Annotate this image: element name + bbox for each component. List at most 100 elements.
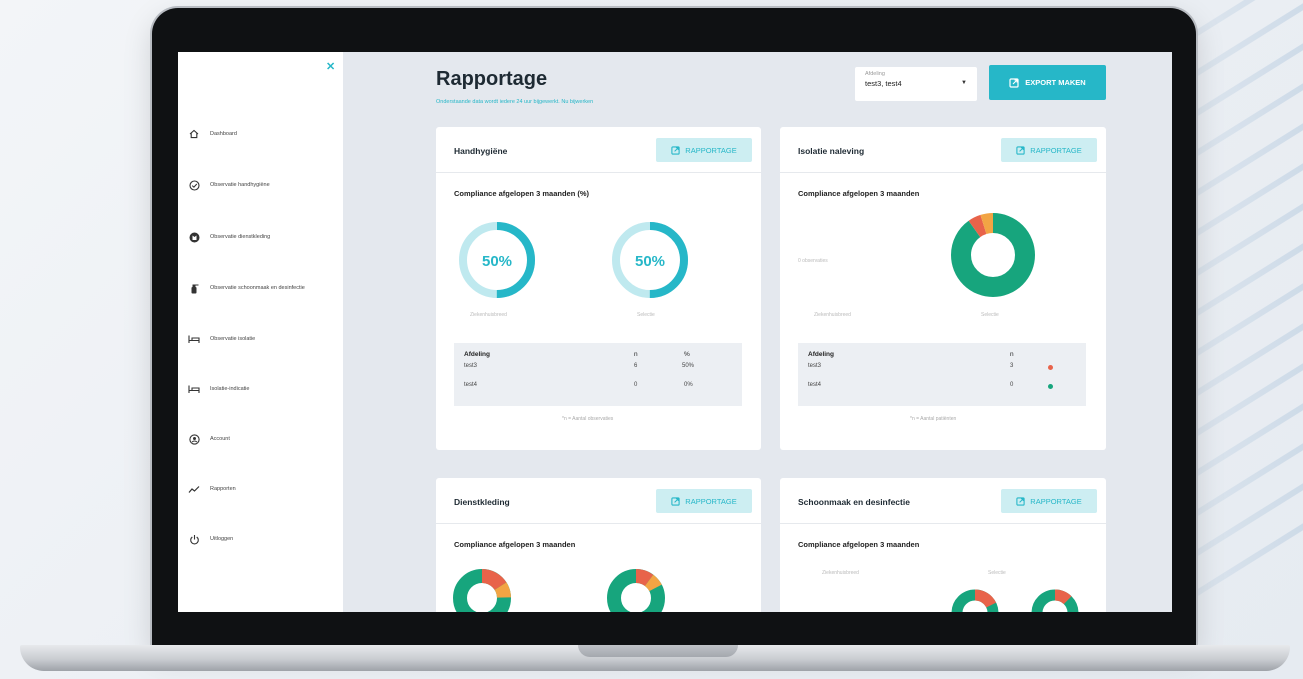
donut-selectie — [1030, 588, 1080, 612]
export-label: EXPORT MAKEN — [1025, 78, 1086, 87]
chart-caption: Selectie — [988, 570, 1006, 576]
close-icon[interactable]: ✕ — [326, 60, 335, 73]
table-cell: 3 — [1010, 363, 1014, 369]
sidebar-item-observatie-dienstkleding[interactable]: Observatie dienstkleding — [188, 231, 270, 243]
rapportage-label: RAPPORTAGE — [685, 496, 737, 506]
gauge-value: 50% — [635, 253, 665, 270]
sidebar-item-rapporten[interactable]: Rapporten — [188, 483, 236, 495]
gauge-selectie: 50% — [610, 220, 690, 300]
power-icon — [188, 533, 200, 545]
rapportage-label: RAPPORTAGE — [1030, 145, 1082, 155]
compliance-label: Compliance afgelopen 3 maanden — [798, 540, 920, 549]
sidebar-item-dashboard[interactable]: Dashboard — [188, 128, 237, 140]
card-title: Schoonmaak en desinfectie — [798, 497, 910, 507]
export-button[interactable]: EXPORT MAKEN — [989, 65, 1106, 100]
rapportage-button[interactable]: RAPPORTAGE — [656, 138, 752, 162]
department-value: test3, test4 — [865, 79, 902, 88]
rapportage-label: RAPPORTAGE — [1030, 496, 1082, 506]
external-link-icon — [671, 145, 680, 155]
main-content: Rapportage Onderstaande data wordt ieder… — [343, 52, 1172, 612]
table-cell: 0% — [684, 382, 693, 388]
sidebar-item-label: Rapporten — [210, 486, 236, 492]
status-dot-green — [1048, 384, 1053, 389]
donut-selectie — [948, 210, 1038, 300]
sidebar-item-label: Observatie isolatie — [210, 336, 256, 342]
trend-line-icon — [188, 483, 200, 495]
table-header: n — [1010, 351, 1014, 358]
gauge-caption: Ziekenhuisbreed — [470, 312, 507, 318]
card-title: Isolatie naleving — [798, 146, 865, 156]
footnote: *n = Aantal patiënten — [910, 416, 957, 422]
check-circle-icon — [188, 179, 200, 191]
external-link-icon — [1009, 77, 1019, 88]
gauge-value: 50% — [482, 253, 512, 270]
chart-caption: Selectie — [981, 312, 999, 318]
chart-caption: Ziekenhuisbreed — [814, 312, 851, 318]
sidebar-item-label: Uitloggen — [210, 536, 234, 542]
table-cell: test3 — [808, 363, 822, 369]
rapportage-button[interactable]: RAPPORTAGE — [1001, 138, 1097, 162]
sidebar-item-observatie-isolatie[interactable]: Observatie isolatie — [188, 333, 255, 345]
card-isolatie-naleving: Isolatie naleving RAPPORTAGE Compliance … — [780, 127, 1106, 450]
rapportage-button[interactable]: RAPPORTAGE — [1001, 489, 1097, 513]
sidebar-item-label: Observatie schoonmaak en desinfectie — [210, 285, 305, 291]
department-table: Afdeling n test3 3 test4 0 — [798, 343, 1086, 406]
sidebar-item-observatie-handhygiene[interactable]: Observatie handhygiëne — [188, 179, 270, 191]
table-header: n — [634, 351, 638, 358]
sidebar-item-observatie-schoonmaak[interactable]: Observatie schoonmaak en desinfectie — [188, 282, 305, 294]
card-title: Dienstkleding — [454, 497, 510, 507]
donut-ziekenhuisbreed — [950, 588, 1000, 612]
chart-caption: Ziekenhuisbreed — [822, 570, 859, 576]
sidebar-item-label: Observatie dienstkleding — [210, 234, 271, 240]
page-subtitle[interactable]: Onderstaande data wordt iedere 24 uur bi… — [436, 99, 593, 105]
table-cell: test4 — [808, 382, 822, 388]
caret-down-icon: ▼ — [961, 80, 967, 86]
status-dot-red — [1048, 365, 1053, 370]
gauge-caption: Selectie — [637, 312, 655, 318]
uniform-icon — [188, 231, 200, 243]
compliance-label: Compliance afgelopen 3 maanden (%) — [454, 189, 590, 198]
external-link-icon — [1016, 145, 1025, 155]
rapportage-label: RAPPORTAGE — [685, 145, 737, 155]
table-header: Afdeling — [808, 351, 834, 358]
sidebar: ✕ Dashboard Observatie handhygiëne Obser… — [178, 52, 343, 612]
compliance-label: Compliance afgelopen 3 maanden — [798, 189, 920, 198]
department-table: Afdeling n % test3 6 50% test4 0 0% — [454, 343, 742, 406]
home-icon — [188, 128, 200, 140]
table-header: Afdeling — [464, 351, 490, 358]
compliance-label: Compliance afgelopen 3 maanden — [454, 540, 576, 549]
sidebar-item-label: Dashboard — [210, 131, 237, 137]
spray-bottle-icon — [188, 282, 200, 294]
sidebar-item-label: Isolatie-indicatie — [210, 386, 250, 392]
card-header: Schoonmaak en desinfectie RAPPORTAGE — [780, 478, 1106, 524]
app-screen: ✕ Dashboard Observatie handhygiëne Obser… — [178, 52, 1172, 612]
external-link-icon — [1016, 496, 1025, 506]
table-cell: 50% — [682, 363, 695, 369]
card-header: Dienstkleding RAPPORTAGE — [436, 478, 761, 524]
table-cell: 0 — [634, 382, 638, 388]
page-title: Rapportage — [436, 68, 548, 90]
sidebar-item-label: Observatie handhygiëne — [210, 182, 270, 188]
sidebar-item-isolatie-indicatie[interactable]: Isolatie-indicatie — [188, 383, 249, 395]
sidebar-item-label: Account — [210, 436, 230, 442]
user-circle-icon — [188, 433, 200, 445]
bed-icon — [188, 383, 200, 395]
card-handhygiene: Handhygiëne RAPPORTAGE Compliance afgelo… — [436, 127, 761, 450]
card-dienstkleding: Dienstkleding RAPPORTAGE Compliance afge… — [436, 478, 761, 612]
footnote: *n = Aantal observaties — [562, 416, 614, 422]
card-schoonmaak: Schoonmaak en desinfectie RAPPORTAGE Com… — [780, 478, 1106, 612]
gauge-ziekenhuisbreed: 50% — [457, 220, 537, 300]
external-link-icon — [671, 496, 680, 506]
table-header: % — [684, 351, 690, 358]
bed-icon — [188, 333, 200, 345]
sidebar-item-account[interactable]: Account — [188, 433, 230, 445]
table-cell: test4 — [464, 382, 478, 388]
table-cell: 0 — [1010, 382, 1014, 388]
sidebar-item-uitloggen[interactable]: Uitloggen — [188, 533, 233, 545]
donut-ziekenhuisbreed — [452, 568, 512, 612]
laptop-notch — [578, 645, 738, 657]
card-title: Handhygiëne — [454, 146, 508, 156]
rapportage-button[interactable]: RAPPORTAGE — [656, 489, 752, 513]
department-select[interactable]: Afdeling test3, test4 ▼ — [855, 67, 977, 101]
table-cell: 6 — [634, 363, 638, 369]
